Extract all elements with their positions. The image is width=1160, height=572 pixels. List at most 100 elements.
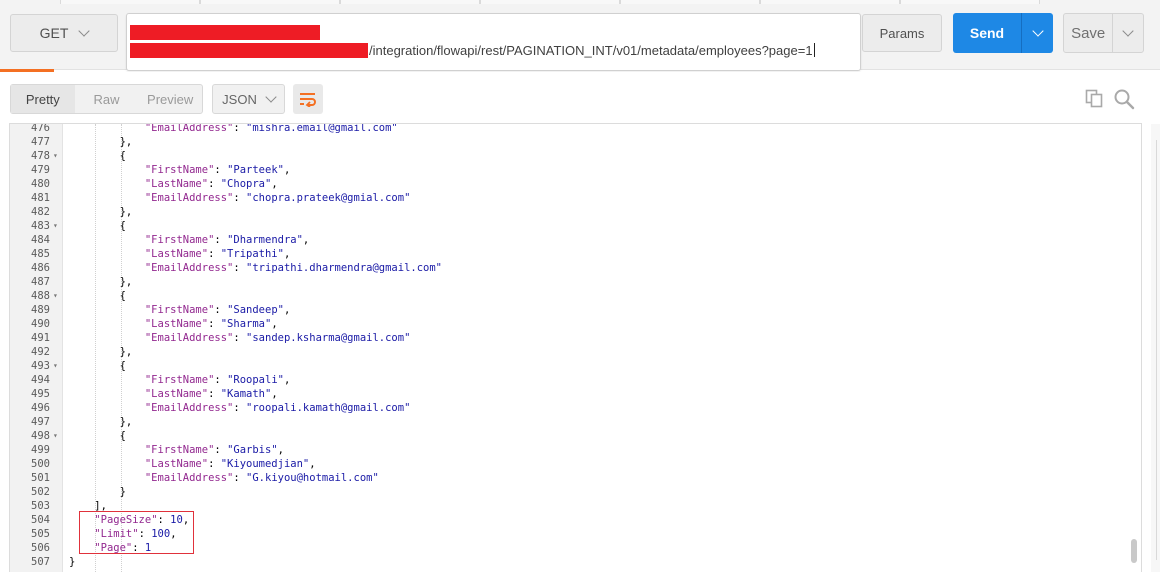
send-button[interactable]: Send bbox=[953, 13, 1021, 53]
code-line: 480 "LastName": "Chopra", bbox=[10, 177, 1130, 191]
code-text: "EmailAddress": "tripathi.dharmendra@gma… bbox=[69, 261, 442, 275]
json-sep: : bbox=[214, 374, 228, 386]
json-sep: : bbox=[208, 318, 221, 330]
line-number: 506 bbox=[31, 542, 50, 554]
code-text: "EmailAddress": "chopra.prateek@gmial.co… bbox=[69, 191, 411, 205]
json-key: "LastName" bbox=[144, 388, 209, 400]
code-text: "EmailAddress": "G.kiyou@hotmail.com" bbox=[69, 471, 379, 485]
code-line: 501 "EmailAddress": "G.kiyou@hotmail.com… bbox=[10, 471, 1130, 485]
json-val: "roopali.kamath@gmail.com" bbox=[246, 402, 411, 414]
code-text: } bbox=[69, 485, 126, 499]
code-line: 488 ▾ { bbox=[10, 289, 1130, 303]
json-tail: }, bbox=[119, 346, 133, 358]
json-val: "sandep.ksharma@gmail.com" bbox=[246, 332, 411, 344]
code-lines: 476 "EmailAddress": "mishra.email@gmail.… bbox=[10, 123, 1130, 569]
line-number: 507 bbox=[31, 556, 50, 568]
code-line: 485 "LastName": "Tripathi", bbox=[10, 247, 1130, 261]
http-method-select[interactable]: GET bbox=[10, 14, 118, 52]
search-icon[interactable] bbox=[1113, 88, 1135, 110]
line-number: 488 bbox=[31, 290, 50, 302]
code-line: 479 "FirstName": "Parteek", bbox=[10, 163, 1130, 177]
send-options-button[interactable] bbox=[1021, 13, 1053, 53]
json-key: "EmailAddress" bbox=[144, 192, 234, 204]
code-text: }, bbox=[69, 345, 133, 359]
code-text: { bbox=[69, 219, 126, 233]
json-key: "LastName" bbox=[144, 458, 209, 470]
fold-toggle-icon[interactable]: ▾ bbox=[53, 289, 58, 303]
line-number: 493 bbox=[31, 360, 50, 372]
copy-icon[interactable] bbox=[1084, 88, 1104, 108]
wrap-lines-button[interactable] bbox=[293, 84, 323, 114]
text-cursor bbox=[813, 43, 815, 57]
tab-raw[interactable]: Raw bbox=[75, 85, 139, 113]
editor-edge bbox=[1156, 140, 1157, 560]
code-line: 487 }, bbox=[10, 275, 1130, 289]
tab-preview[interactable]: Preview bbox=[138, 85, 202, 113]
line-number: 505 bbox=[31, 528, 50, 540]
json-key: "EmailAddress" bbox=[144, 402, 234, 414]
chevron-down-icon bbox=[1122, 25, 1134, 37]
json-tail: , bbox=[283, 374, 291, 386]
code-text: "FirstName": "Garbis", bbox=[69, 443, 284, 457]
params-button[interactable]: Params bbox=[862, 14, 942, 52]
code-line: 490 "LastName": "Sharma", bbox=[10, 317, 1130, 331]
tab-pretty[interactable]: Pretty bbox=[11, 85, 75, 113]
code-line: 482 }, bbox=[10, 205, 1130, 219]
fold-toggle-icon[interactable]: ▾ bbox=[53, 219, 58, 233]
url-input[interactable]: /integration/flowapi/rest/PAGINATION_INT… bbox=[126, 13, 861, 71]
fold-toggle-icon[interactable]: ▾ bbox=[53, 149, 58, 163]
code-text: "LastName": "Kamath", bbox=[69, 387, 278, 401]
code-text: "LastName": "Tripathi", bbox=[69, 247, 290, 261]
line-number: 483 bbox=[31, 220, 50, 232]
code-text: }, bbox=[69, 275, 133, 289]
fold-toggle-icon[interactable]: ▾ bbox=[53, 429, 58, 443]
code-line: 492 }, bbox=[10, 345, 1130, 359]
json-sep: : bbox=[233, 402, 247, 414]
line-number: 501 bbox=[31, 472, 50, 484]
json-key: "EmailAddress" bbox=[144, 123, 234, 134]
response-format-select[interactable]: JSON bbox=[212, 84, 285, 114]
code-line: 489 "FirstName": "Sandeep", bbox=[10, 303, 1130, 317]
code-line: 483 ▾ { bbox=[10, 219, 1130, 233]
line-number: 504 bbox=[31, 514, 50, 526]
code-text: "EmailAddress": "mishra.email@gmail.com" bbox=[69, 123, 398, 135]
json-tail: , bbox=[277, 444, 284, 456]
fold-toggle-icon[interactable]: ▾ bbox=[53, 359, 58, 373]
code-line: 477 }, bbox=[10, 135, 1130, 149]
json-val: "tripathi.dharmendra@gmail.com" bbox=[246, 262, 442, 274]
save-options-button[interactable] bbox=[1112, 14, 1143, 52]
json-tail: } bbox=[69, 556, 76, 568]
save-button[interactable]: Save bbox=[1064, 14, 1112, 52]
code-text: { bbox=[69, 359, 126, 373]
json-val: "Sandeep" bbox=[227, 304, 284, 316]
json-tail: { bbox=[119, 290, 126, 302]
code-line: 484 "FirstName": "Dharmendra", bbox=[10, 233, 1130, 247]
tab-strip-remnant bbox=[0, 0, 1160, 4]
response-body-editor[interactable]: 476 "EmailAddress": "mishra.email@gmail.… bbox=[9, 123, 1142, 572]
code-line: 502 } bbox=[10, 485, 1130, 499]
json-key: "EmailAddress" bbox=[144, 262, 234, 274]
redacted-host-block bbox=[130, 25, 320, 40]
editor-scrollbar-thumb[interactable] bbox=[1131, 539, 1137, 563]
json-key: "FirstName" bbox=[144, 444, 215, 456]
line-number: 476 bbox=[31, 123, 50, 134]
chevron-down-icon bbox=[1031, 25, 1044, 37]
line-number: 490 bbox=[31, 318, 50, 330]
json-sep: : bbox=[208, 388, 221, 400]
json-sep: : bbox=[233, 262, 247, 274]
